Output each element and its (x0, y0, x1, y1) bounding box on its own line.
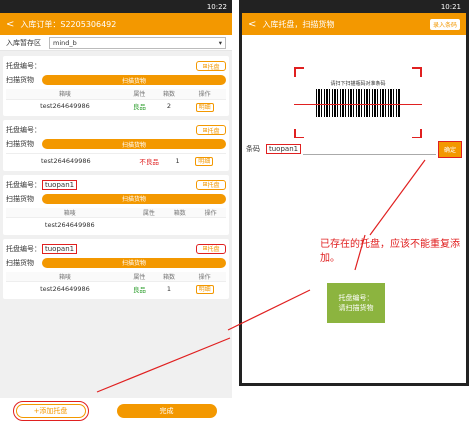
annotation-arrows (96, 159, 426, 393)
